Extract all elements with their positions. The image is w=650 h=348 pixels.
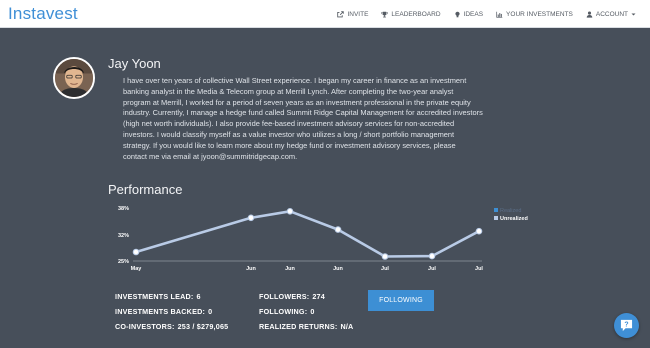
x-tick-label: Jul	[381, 266, 389, 272]
stat-followers-value: 274	[312, 292, 325, 301]
y-tick-label: 25%	[118, 259, 129, 265]
stat-co-investors: CO-INVESTORS: 253 / $279,065	[115, 322, 228, 331]
profile-name: Jay Yoon	[108, 56, 161, 71]
bar-chart-icon	[496, 11, 503, 18]
chevron-down-icon	[631, 13, 636, 15]
top-navbar: Instavest INVITE LEADERBOARD IDEAS YOUR …	[0, 0, 650, 28]
data-point	[381, 253, 389, 260]
data-point	[132, 248, 140, 256]
stat-investments-lead-value: 6	[196, 292, 201, 301]
y-tick-label: 38%	[118, 206, 129, 212]
stat-followers: FOLLOWERS: 274	[259, 292, 325, 301]
data-point	[475, 227, 483, 235]
nav-invite[interactable]: INVITE	[337, 11, 368, 18]
stat-investments-lead-label: INVESTMENTS LEAD:	[115, 292, 194, 301]
stat-following-label: FOLLOWING:	[259, 307, 308, 316]
stat-investments-backed-label: INVESTMENTS BACKED:	[115, 307, 206, 316]
brand-logo[interactable]: Instavest	[8, 4, 78, 24]
series-line-unrealized	[135, 210, 480, 258]
stat-co-investors-label: CO-INVESTORS:	[115, 322, 175, 331]
x-tick-label: Jun	[246, 266, 256, 272]
nav-invite-label: INVITE	[347, 10, 369, 18]
stat-realized-returns-value: N/A	[340, 322, 354, 331]
legend-label-unrealized: Unrealized	[500, 216, 528, 222]
stat-followers-label: FOLLOWERS:	[259, 292, 310, 301]
external-link-icon	[337, 10, 345, 17]
help-chat-button[interactable]: ?	[614, 313, 639, 338]
stat-realized-returns: REALIZED RETURNS: N/A	[259, 322, 353, 331]
nav-ideas-label: IDEAS	[463, 10, 484, 18]
stat-following-value: 0	[310, 307, 315, 316]
performance-chart: 38% 32% 25%May Jun Jun Jun Jul Jul Jul Realized Un…	[118, 206, 528, 272]
user-icon	[586, 11, 593, 18]
data-point	[286, 208, 294, 215]
x-tick-label: Jun	[285, 266, 295, 272]
nav-account-label: ACCOUNT	[595, 10, 628, 18]
x-tick-label: Jul	[475, 266, 483, 272]
x-tick-label: Jul	[428, 266, 436, 272]
x-tick-label: May	[131, 266, 143, 272]
y-tick-label: 32%	[118, 233, 129, 239]
performance-title: Performance	[108, 182, 183, 197]
help-chat-icon: ?	[620, 319, 633, 332]
stat-realized-returns-label: REALIZED RETURNS:	[259, 322, 338, 331]
nav-menu: INVITE LEADERBOARD IDEAS YOUR INVESTMENT…	[337, 0, 636, 28]
data-point	[428, 252, 436, 260]
nav-your-investments-label: YOUR INVESTMENTS	[506, 10, 573, 18]
stat-investments-lead: INVESTMENTS LEAD: 6	[115, 292, 201, 301]
nav-leaderboard-label: LEADERBOARD	[391, 10, 441, 18]
data-point	[247, 214, 255, 222]
x-tick-label: Jun	[333, 266, 343, 272]
avatar	[53, 57, 95, 99]
svg-text:?: ?	[624, 322, 628, 329]
legend-label-realized: Realized	[500, 208, 521, 214]
nav-ideas[interactable]: IDEAS	[454, 10, 484, 18]
nav-your-investments[interactable]: YOUR INVESTMENTS	[496, 11, 573, 18]
stat-investments-backed: INVESTMENTS BACKED: 0	[115, 307, 212, 316]
stat-investments-backed-value: 0	[208, 307, 213, 316]
data-point	[334, 226, 342, 233]
nav-account[interactable]: ACCOUNT	[586, 11, 636, 18]
following-button[interactable]: FOLLOWING	[368, 290, 434, 311]
legend-swatch-unrealized	[494, 216, 498, 220]
lightbulb-icon	[454, 11, 460, 17]
stat-co-investors-value: 253 / $279,065	[177, 322, 229, 331]
legend-swatch-realized	[494, 208, 498, 212]
trophy-icon	[381, 11, 388, 17]
stat-following: FOLLOWING: 0	[259, 307, 315, 316]
nav-leaderboard[interactable]: LEADERBOARD	[381, 10, 441, 18]
profile-bio: I have over ten years of collective Wall…	[123, 76, 483, 161]
